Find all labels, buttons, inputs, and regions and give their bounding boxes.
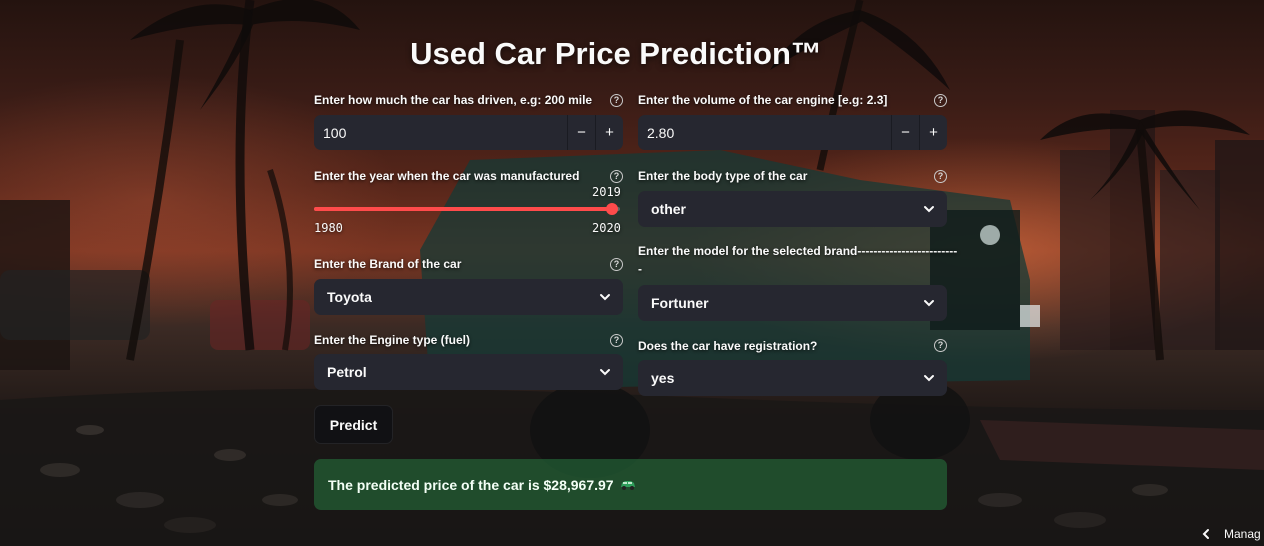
registration-value: yes: [651, 370, 675, 386]
year-label: Enter the year when the car was manufact…: [314, 169, 580, 183]
prediction-text: The predicted price of the car is $28,96…: [328, 476, 614, 493]
chevron-down-icon: [600, 294, 610, 301]
body-type-label: Enter the body type of the car: [638, 169, 808, 183]
mileage-input[interactable]: 100 − +: [314, 115, 623, 150]
year-slider-max: 2020: [592, 221, 621, 235]
help-icon[interactable]: [610, 94, 623, 107]
chevron-down-icon: [600, 369, 610, 376]
engine-type-select[interactable]: Petrol: [314, 354, 623, 390]
registration-select[interactable]: yes: [638, 360, 947, 396]
mileage-value[interactable]: 100: [314, 125, 567, 141]
model-label-continuation: -: [638, 262, 642, 276]
help-icon[interactable]: [934, 94, 947, 107]
year-slider-fill: [314, 207, 612, 211]
engine-type-value: Petrol: [327, 364, 367, 380]
chevron-down-icon: [924, 375, 934, 382]
chevron-left-icon: [1202, 529, 1209, 539]
help-icon[interactable]: [610, 334, 623, 347]
brand-value: Toyota: [327, 289, 372, 305]
body-type-select[interactable]: other: [638, 191, 947, 227]
prediction-result: The predicted price of the car is $28,96…: [314, 459, 947, 510]
help-icon[interactable]: [610, 170, 623, 183]
registration-label: Does the car have registration?: [638, 339, 818, 353]
manage-app-button[interactable]: Manag: [1200, 522, 1264, 546]
help-icon[interactable]: [934, 170, 947, 183]
engine-volume-label: Enter the volume of the car engine [e.g:…: [638, 93, 888, 107]
engine-volume-value[interactable]: 2.80: [638, 125, 891, 141]
help-icon[interactable]: [934, 339, 947, 352]
help-icon[interactable]: [610, 258, 623, 271]
model-value: Fortuner: [651, 295, 709, 311]
year-slider-value: 2019: [592, 185, 621, 199]
engine-type-label: Enter the Engine type (fuel): [314, 333, 471, 347]
green-car-icon: [620, 480, 635, 490]
mileage-increment-button[interactable]: +: [595, 115, 623, 150]
model-label: Enter the model for the selected brand--…: [638, 244, 958, 258]
mileage-decrement-button[interactable]: −: [567, 115, 595, 150]
model-select[interactable]: Fortuner: [638, 285, 947, 321]
engine-volume-increment-button[interactable]: +: [919, 115, 947, 150]
engine-volume-decrement-button[interactable]: −: [891, 115, 919, 150]
chevron-down-icon: [924, 206, 934, 213]
engine-volume-input[interactable]: 2.80 − +: [638, 115, 947, 150]
manage-app-label: Manag: [1224, 527, 1261, 541]
mileage-label: Enter how much the car has driven, e.g: …: [314, 93, 593, 107]
body-type-value: other: [651, 201, 686, 217]
page-title: Used Car Price Prediction™: [410, 36, 822, 71]
year-slider-thumb[interactable]: [606, 203, 618, 215]
year-slider-min: 1980: [314, 221, 343, 235]
chevron-down-icon: [924, 300, 934, 307]
brand-select[interactable]: Toyota: [314, 279, 623, 315]
predict-button[interactable]: Predict: [314, 405, 393, 444]
brand-label: Enter the Brand of the car: [314, 257, 462, 271]
